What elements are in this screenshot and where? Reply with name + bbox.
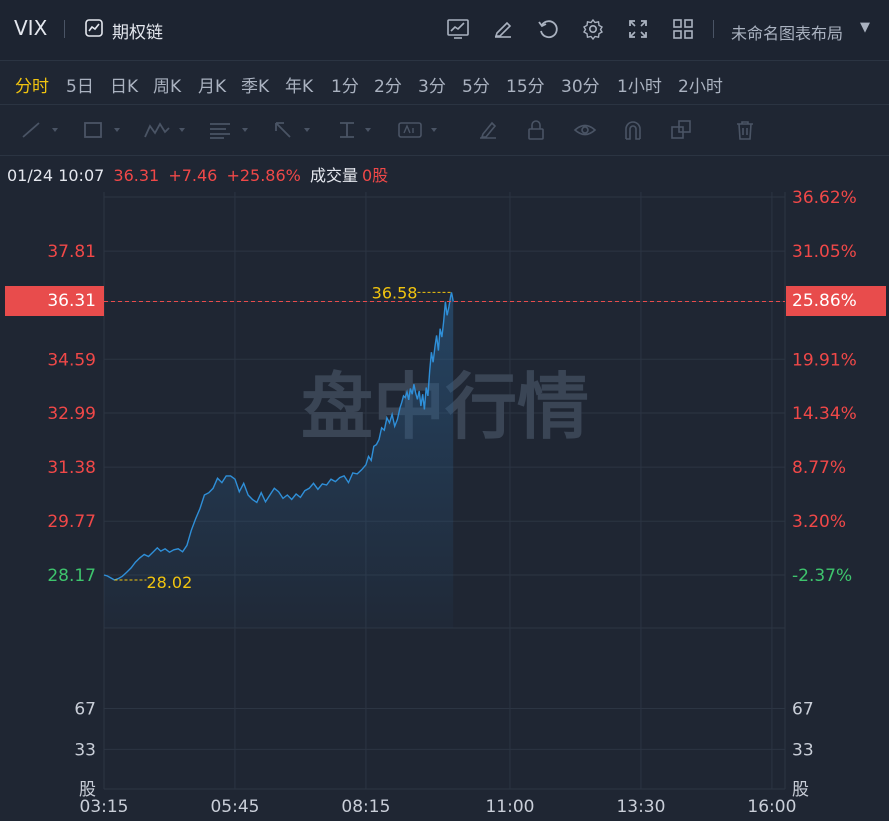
option-chain-button[interactable]: 期权链 [84, 18, 163, 43]
volume-tick-label: 67 [74, 700, 96, 720]
divider [64, 20, 65, 38]
line-tool-icon[interactable] [20, 119, 62, 141]
fibonacci-tool-icon[interactable] [208, 119, 254, 141]
quote-change: +7.46 [168, 166, 218, 185]
pattern-tool-icon[interactable] [143, 119, 189, 141]
arrow-tool-icon[interactable] [272, 119, 314, 141]
tab-5day[interactable]: 5日 [66, 72, 94, 97]
left-tick-label: 37.81 [47, 242, 96, 262]
min-price-label: 28.02 [146, 573, 192, 592]
tab-intraday[interactable]: 分时 [15, 72, 49, 97]
measure-tool-icon[interactable] [336, 119, 378, 141]
right-tick-label: 19.91% [792, 350, 857, 370]
tab-1hour[interactable]: 1小时 [617, 72, 662, 97]
quote-datetime: 01/24 10:07 [7, 166, 105, 185]
volume-label: 成交量 [309, 166, 358, 185]
right-percent-axis: 36.62% 31.05% 19.91% 14.34% 8.77% 3.20% -2.37% [792, 188, 857, 586]
right-tick-label: 36.62% [792, 188, 857, 208]
tab-2min[interactable]: 2分 [374, 72, 402, 97]
quote-change-pct: +25.86% [226, 166, 301, 185]
tab-2hour[interactable]: 2小时 [678, 72, 723, 97]
gear-icon[interactable] [580, 16, 606, 42]
tab-15min[interactable]: 15分 [506, 72, 545, 97]
tab-daily[interactable]: 日K [110, 72, 138, 97]
brush-icon[interactable] [477, 119, 499, 141]
tab-3min[interactable]: 3分 [418, 72, 446, 97]
right-tick-label: 14.34% [792, 404, 857, 424]
left-tick-label: 28.17 [47, 566, 96, 586]
tab-yearly[interactable]: 年K [285, 72, 313, 97]
edit-icon[interactable] [490, 16, 516, 42]
tab-weekly[interactable]: 周K [153, 72, 181, 97]
current-percent-tag: 25.86% [786, 286, 886, 316]
intraday-chart[interactable]: 盘中行情 36.58 28.02 37.8134.5932.9931.3829.… [0, 188, 889, 821]
option-chain-label: 期权链 [112, 23, 163, 43]
eye-icon[interactable] [573, 119, 597, 141]
time-tick-label: 11:00 [485, 797, 534, 817]
quote-info: 01/24 10:07 36.31 +7.46 +25.86% 成交量 0股 [7, 162, 392, 186]
tab-1min[interactable]: 1分 [331, 72, 359, 97]
right-tick-label: -2.37% [792, 566, 852, 586]
divider [713, 20, 714, 38]
volume-value: 0股 [361, 166, 389, 185]
quote-price: 36.31 [113, 166, 160, 185]
volume-tick-label: 33 [792, 740, 814, 760]
rectangle-tool-icon[interactable] [82, 119, 124, 141]
left-tick-label: 32.99 [47, 404, 96, 424]
refresh-icon[interactable] [535, 16, 561, 42]
layers-icon[interactable] [670, 119, 692, 141]
lock-icon[interactable] [525, 119, 547, 141]
layout-name[interactable]: 未命名图表布局 [731, 20, 843, 44]
tab-30min[interactable]: 30分 [561, 72, 600, 97]
period-tabs: 分时 5日 日K 周K 月K 季K 年K 1分 2分 3分 5分 15分 30分… [0, 60, 889, 104]
layout-dropdown-icon[interactable]: ▼ [860, 20, 870, 35]
drawing-toolbar [0, 104, 889, 156]
tab-quarterly[interactable]: 季K [241, 72, 269, 97]
left-tick-label: 29.77 [47, 512, 96, 532]
right-tick-label: 3.20% [792, 512, 846, 532]
left-tick-label: 34.59 [47, 350, 96, 370]
text-tool-icon[interactable] [397, 119, 443, 141]
volume-tick-label: 67 [792, 700, 814, 720]
max-price-label: 36.58 [372, 283, 418, 302]
right-tick-label: 8.77% [792, 458, 846, 478]
grid-layout-icon[interactable] [670, 16, 696, 42]
trash-icon[interactable] [734, 119, 756, 141]
current-price-tag: 36.31 [5, 286, 104, 316]
volume-tick-label: 33 [74, 740, 96, 760]
time-tick-label: 16:00 [747, 797, 796, 817]
right-tick-label: 31.05% [792, 242, 857, 262]
left-tick-label: 31.38 [47, 458, 96, 478]
time-tick-label: 03:15 [80, 797, 129, 817]
tab-5min[interactable]: 5分 [462, 72, 490, 97]
time-axis: 03:15 05:45 08:15 11:00 13:30 16:00 [80, 797, 797, 817]
magnet-icon[interactable] [622, 119, 644, 141]
fullscreen-icon[interactable] [625, 16, 651, 42]
time-tick-label: 05:45 [210, 797, 259, 817]
time-tick-label: 13:30 [616, 797, 665, 817]
top-bar: VIX 期权链 未命名图表布局 ▼ [0, 0, 889, 61]
option-chain-icon [84, 18, 104, 43]
chart-line-icon[interactable] [445, 16, 471, 42]
time-tick-label: 08:15 [341, 797, 390, 817]
tab-monthly[interactable]: 月K [198, 72, 226, 97]
symbol-title[interactable]: VIX [14, 16, 47, 40]
